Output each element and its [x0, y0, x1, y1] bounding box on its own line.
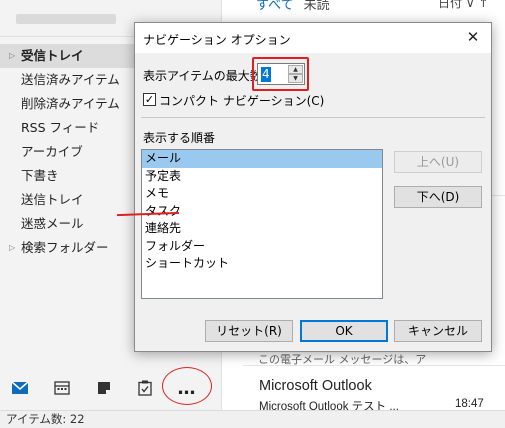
- navigation-options-dialog: ナビゲーション オプション ✕ 表示アイテムの最大数 4 ▲ ▼ ✓ コンパクト…: [134, 22, 492, 352]
- filter-tabs: すべて 未読: [256, 0, 330, 13]
- tab-unread[interactable]: 未読: [304, 0, 330, 13]
- sort-by-date[interactable]: 日付 ∨ ↑: [438, 0, 488, 11]
- notes-icon[interactable]: [92, 376, 116, 400]
- account-name-blurred: [16, 14, 116, 24]
- compact-navigation-checkbox[interactable]: ✓: [143, 93, 156, 106]
- compact-navigation-label[interactable]: コンパクト ナビゲーション(C): [159, 92, 324, 109]
- list-item[interactable]: ショートカット: [142, 255, 382, 273]
- tasks-icon[interactable]: [133, 376, 157, 400]
- folder-label: RSS フィード: [21, 120, 100, 135]
- status-bar: アイテム数: 22: [0, 410, 505, 428]
- list-item[interactable]: フォルダー: [142, 238, 382, 256]
- list-item[interactable]: 連絡先: [142, 220, 382, 238]
- message-time: 18:47: [455, 398, 484, 410]
- max-items-label: 表示アイテムの最大数: [143, 69, 262, 83]
- folder-label: 検索フォルダー: [21, 240, 109, 255]
- list-item[interactable]: メール: [142, 150, 382, 168]
- display-order-list[interactable]: メール 予定表 メモ タスク 連絡先 フォルダー ショートカット: [141, 149, 383, 299]
- cancel-button[interactable]: キャンセル: [394, 320, 482, 342]
- display-order-label: 表示する順番: [143, 131, 216, 145]
- close-icon[interactable]: ✕: [463, 27, 483, 47]
- expand-chevron-icon[interactable]: ▷: [9, 44, 15, 68]
- folder-label: 送信済みアイテム: [21, 72, 120, 87]
- expand-chevron-icon[interactable]: ▷: [9, 236, 15, 260]
- dialog-title: ナビゲーション オプション: [143, 33, 291, 47]
- annotation-circle: [162, 367, 212, 405]
- list-item[interactable]: 予定表: [142, 168, 382, 186]
- message-sender[interactable]: Microsoft Outlook: [259, 378, 372, 394]
- move-down-button[interactable]: 下へ(D): [394, 186, 482, 208]
- move-up-button[interactable]: 上へ(U): [394, 151, 482, 173]
- folder-label: 迷惑メール: [21, 216, 84, 231]
- mail-icon[interactable]: [8, 376, 32, 400]
- folder-label: 受信トレイ: [21, 48, 84, 63]
- message-preview-text: この電子メール メッセージは、ア: [258, 353, 427, 366]
- calendar-icon[interactable]: [50, 376, 74, 400]
- reset-button[interactable]: リセット(R): [205, 320, 293, 342]
- folder-label: アーカイブ: [21, 144, 83, 159]
- list-item[interactable]: メモ: [142, 185, 382, 203]
- ok-button[interactable]: OK: [300, 320, 388, 342]
- tab-all[interactable]: すべて: [256, 0, 294, 13]
- dialog-titlebar[interactable]: ナビゲーション オプション ✕: [135, 23, 491, 53]
- annotation-box: [252, 57, 309, 91]
- folder-label: 送信トレイ: [21, 192, 84, 207]
- item-count: アイテム数: 22: [6, 412, 85, 426]
- folder-label: 下書き: [21, 168, 59, 183]
- divider: [141, 117, 485, 118]
- folder-label: 削除済みアイテム: [21, 96, 120, 111]
